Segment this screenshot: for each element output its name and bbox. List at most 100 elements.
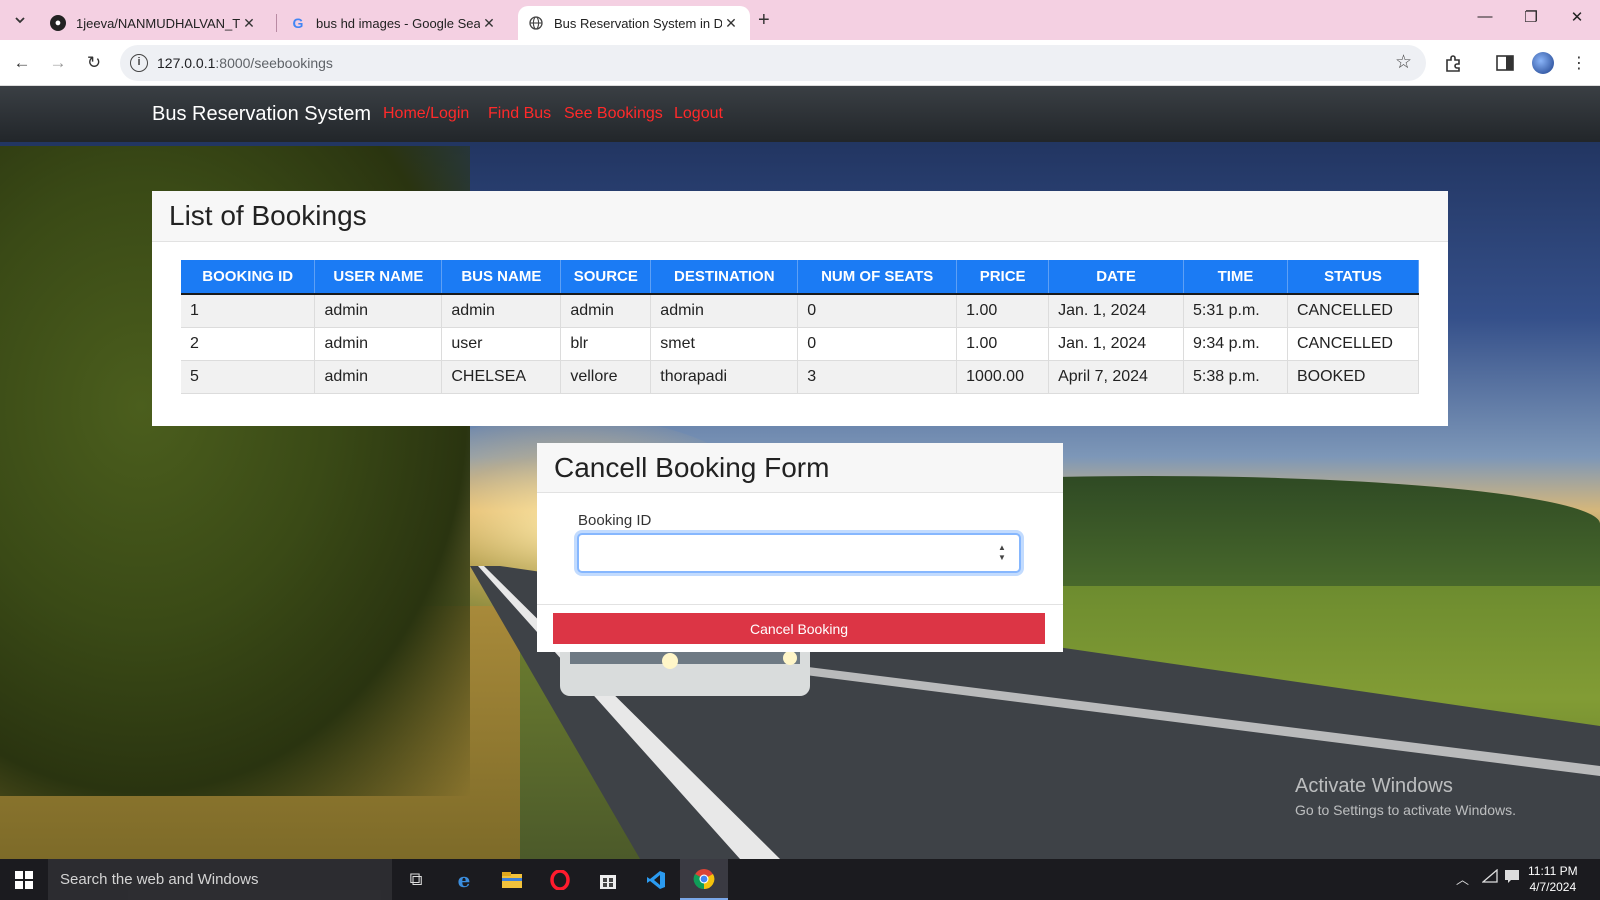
cell-status: CANCELLED bbox=[1287, 327, 1420, 361]
show-hidden-icons[interactable]: ︿ bbox=[1456, 869, 1469, 888]
new-tab-button[interactable]: + bbox=[758, 9, 770, 32]
tab-title: Bus Reservation System in Djan bbox=[554, 15, 722, 31]
taskbar-clock[interactable]: 11:11 PM 4/7/2024 bbox=[1528, 863, 1578, 895]
cancel-form-header: Cancell Booking Form bbox=[537, 443, 1063, 493]
cell-user-name: admin bbox=[314, 360, 443, 394]
tab-title: 1jeeva/NANMUDHALVAN_TUES bbox=[76, 15, 240, 31]
col-header-destination: DESTINATION bbox=[650, 260, 799, 295]
extensions-icon[interactable] bbox=[1442, 52, 1464, 74]
col-header-user-name: USER NAME bbox=[314, 260, 443, 295]
activate-windows-watermark: Activate Windows Go to Settings to activ… bbox=[1295, 775, 1516, 818]
forward-icon[interactable]: → bbox=[46, 51, 70, 75]
watermark-subtitle: Go to Settings to activate Windows. bbox=[1295, 802, 1516, 818]
cell-price: 1.00 bbox=[956, 327, 1050, 361]
col-header-price: PRICE bbox=[956, 260, 1050, 295]
cell-bus-name: user bbox=[441, 327, 562, 361]
restore-icon[interactable]: ❐ bbox=[1516, 8, 1546, 26]
page-title: List of Bookings bbox=[169, 200, 367, 231]
close-icon[interactable]: ✕ bbox=[240, 15, 258, 32]
task-view-icon[interactable]: ⧉ bbox=[392, 859, 440, 900]
cell-date: Jan. 1, 2024 bbox=[1048, 327, 1185, 361]
close-icon[interactable]: ✕ bbox=[722, 15, 740, 32]
cell-bus-name: CHELSEA bbox=[441, 360, 562, 394]
cell-destination: smet bbox=[650, 327, 799, 361]
profile-avatar[interactable] bbox=[1532, 52, 1554, 74]
bookmark-star-icon[interactable]: ☆ bbox=[1395, 51, 1412, 74]
edge-icon[interactable]: e bbox=[440, 859, 488, 900]
browser-toolbar: ← → ↻ i 127.0.0.1:8000/seebookings ☆ ⋮ bbox=[0, 40, 1600, 86]
bookings-card-header: List of Bookings bbox=[152, 191, 1448, 242]
side-panel-icon[interactable] bbox=[1494, 52, 1516, 74]
cell-time: 5:38 p.m. bbox=[1183, 360, 1288, 394]
more-options-icon[interactable]: ⋮ bbox=[1568, 52, 1590, 74]
tab-github[interactable]: ● 1jeeva/NANMUDHALVAN_TUES ✕ bbox=[40, 6, 268, 40]
table-header-row: BOOKING ID USER NAME BUS NAME SOURCE DES… bbox=[181, 260, 1420, 295]
chevron-down-icon bbox=[15, 17, 25, 24]
opera-icon[interactable] bbox=[536, 859, 584, 900]
nav-find-bus[interactable]: Find Bus bbox=[488, 105, 551, 123]
nav-logout[interactable]: Logout bbox=[674, 105, 723, 123]
url-host: 127.0.0.1 bbox=[157, 55, 216, 71]
tab-search-button[interactable] bbox=[8, 8, 32, 32]
nav-home-login[interactable]: Home/Login bbox=[383, 105, 469, 123]
file-explorer-icon[interactable] bbox=[488, 859, 536, 900]
cell-num-of-seats: 3 bbox=[797, 360, 958, 394]
tab-divider bbox=[276, 14, 277, 32]
col-header-num-of-seats: NUM OF SEATS bbox=[797, 260, 958, 295]
chrome-icon[interactable] bbox=[680, 859, 728, 900]
cell-price: 1.00 bbox=[956, 294, 1050, 328]
cell-source: vellore bbox=[560, 360, 652, 394]
cell-booking-id: 2 bbox=[181, 327, 316, 361]
watermark-title: Activate Windows bbox=[1295, 775, 1453, 797]
site-brand[interactable]: Bus Reservation System bbox=[152, 103, 371, 126]
globe-icon bbox=[528, 15, 544, 31]
cell-status: CANCELLED bbox=[1287, 294, 1420, 328]
minimize-icon[interactable]: — bbox=[1470, 8, 1500, 25]
site-info-icon[interactable]: i bbox=[130, 54, 148, 72]
taskbar-search[interactable]: Search the web and Windows bbox=[48, 859, 392, 900]
cell-status: BOOKED bbox=[1287, 360, 1420, 394]
tab-title: bus hd images - Google Search bbox=[316, 15, 480, 31]
cell-user-name: admin bbox=[314, 294, 443, 328]
number-spinner[interactable]: ▲ ▼ bbox=[997, 543, 1007, 563]
cell-time: 5:31 p.m. bbox=[1183, 294, 1288, 328]
tab-google-search[interactable]: G bus hd images - Google Search ✕ bbox=[280, 6, 508, 40]
form-footer-divider bbox=[537, 604, 1063, 605]
address-bar[interactable]: i 127.0.0.1:8000/seebookings ☆ bbox=[120, 45, 1426, 81]
back-icon[interactable]: ← bbox=[10, 51, 34, 75]
booking-id-input[interactable]: ▲ ▼ bbox=[577, 533, 1021, 573]
cell-time: 9:34 p.m. bbox=[1183, 327, 1288, 361]
page-background: Bus Reservation System Home/Login Find B… bbox=[0, 86, 1600, 859]
bookings-table-wrap: BOOKING ID USER NAME BUS NAME SOURCE DES… bbox=[152, 242, 1448, 394]
table-row: 2 admin user blr smet 0 1.00 Jan. 1, 202… bbox=[181, 327, 1420, 361]
windows-taskbar: Search the web and Windows ⧉ e ︿ 11:11 P… bbox=[0, 859, 1600, 900]
clock-date: 4/7/2024 bbox=[1529, 880, 1577, 894]
cell-date: April 7, 2024 bbox=[1048, 360, 1185, 394]
cell-price: 1000.00 bbox=[956, 360, 1050, 394]
col-header-status: STATUS bbox=[1287, 260, 1420, 295]
cell-num-of-seats: 0 bbox=[797, 327, 958, 361]
reload-icon[interactable]: ↻ bbox=[82, 51, 106, 75]
tab-bus-reservation[interactable]: Bus Reservation System in Djan ✕ bbox=[518, 6, 750, 40]
vscode-icon[interactable] bbox=[632, 859, 680, 900]
notification-icon[interactable] bbox=[1504, 869, 1520, 886]
store-icon[interactable] bbox=[584, 859, 632, 900]
url-text[interactable]: 127.0.0.1:8000/seebookings bbox=[157, 55, 333, 71]
bookings-card: List of Bookings BOOKING ID USER NAME BU… bbox=[152, 191, 1448, 426]
nav-see-bookings[interactable]: See Bookings bbox=[564, 105, 663, 123]
cell-booking-id: 1 bbox=[181, 294, 316, 328]
start-button[interactable] bbox=[0, 859, 48, 900]
browser-tab-strip: ● 1jeeva/NANMUDHALVAN_TUES ✕ G bus hd im… bbox=[0, 0, 1600, 40]
close-icon[interactable]: ✕ bbox=[480, 15, 498, 32]
col-header-time: TIME bbox=[1183, 260, 1288, 295]
cell-date: Jan. 1, 2024 bbox=[1048, 294, 1185, 328]
col-header-source: SOURCE bbox=[560, 260, 652, 295]
clock-time: 11:11 PM bbox=[1528, 864, 1578, 878]
github-icon: ● bbox=[50, 15, 66, 31]
table-row: 5 admin CHELSEA vellore thorapadi 3 1000… bbox=[181, 360, 1420, 394]
network-icon[interactable] bbox=[1481, 868, 1498, 886]
window-close-icon[interactable]: ✕ bbox=[1562, 8, 1592, 26]
cell-destination: admin bbox=[650, 294, 799, 328]
cancel-booking-button[interactable]: Cancel Booking bbox=[553, 613, 1045, 644]
cell-source: admin bbox=[560, 294, 652, 328]
